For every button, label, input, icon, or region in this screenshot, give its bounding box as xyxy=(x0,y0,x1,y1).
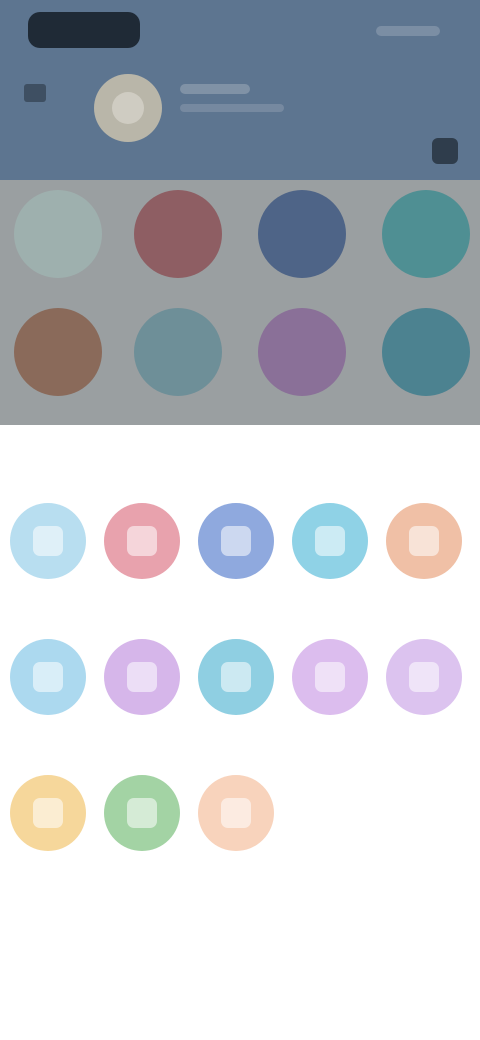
corner-icon xyxy=(432,138,458,164)
background-subtitle xyxy=(180,104,284,112)
background-circle xyxy=(258,308,346,396)
background-circle xyxy=(134,190,222,278)
action-glyph-icon xyxy=(221,662,251,692)
action-glyph-icon xyxy=(409,526,439,556)
background-circle xyxy=(382,190,470,278)
action-glyph-icon xyxy=(221,798,251,828)
share-action-icon xyxy=(292,639,368,715)
action-glyph-icon xyxy=(409,662,439,692)
share-action-icon xyxy=(198,639,274,715)
share-action-item[interactable] xyxy=(2,639,94,731)
status-bar-pill xyxy=(28,12,140,48)
share-action-item[interactable] xyxy=(190,775,282,867)
share-action-icon xyxy=(386,639,462,715)
action-glyph-icon xyxy=(127,662,157,692)
share-action-item[interactable] xyxy=(96,503,188,595)
back-icon xyxy=(24,84,46,102)
share-action-item[interactable] xyxy=(284,503,376,595)
action-glyph-icon xyxy=(315,662,345,692)
background-circle xyxy=(14,190,102,278)
share-action-item[interactable] xyxy=(96,639,188,731)
share-action-icon xyxy=(292,503,368,579)
action-glyph-icon xyxy=(33,798,63,828)
background-circle xyxy=(14,308,102,396)
share-action-icon xyxy=(198,503,274,579)
share-action-icon xyxy=(104,503,180,579)
share-action-icon xyxy=(198,775,274,851)
share-action-icon xyxy=(10,639,86,715)
background-circle xyxy=(258,190,346,278)
share-action-icon xyxy=(10,503,86,579)
avatar-face-icon xyxy=(112,92,144,124)
share-action-item[interactable] xyxy=(2,503,94,595)
share-action-item[interactable] xyxy=(378,503,470,595)
share-action-icon xyxy=(10,775,86,851)
status-bar-indicators xyxy=(376,26,440,36)
share-action-item[interactable] xyxy=(2,775,94,867)
action-glyph-icon xyxy=(33,662,63,692)
action-glyph-icon xyxy=(221,526,251,556)
background-title xyxy=(180,84,250,94)
bottom-sheet xyxy=(0,425,480,1040)
action-glyph-icon xyxy=(33,526,63,556)
action-glyph-icon xyxy=(127,798,157,828)
share-action-item[interactable] xyxy=(284,639,376,731)
share-action-item[interactable] xyxy=(96,775,188,867)
share-action-icon xyxy=(104,639,180,715)
action-glyph-icon xyxy=(127,526,157,556)
share-action-icon xyxy=(386,503,462,579)
background-circle xyxy=(382,308,470,396)
share-action-item[interactable] xyxy=(378,639,470,731)
action-glyph-icon xyxy=(315,526,345,556)
share-action-icon xyxy=(104,775,180,851)
share-action-item[interactable] xyxy=(190,639,282,731)
background-circle xyxy=(134,308,222,396)
share-action-item[interactable] xyxy=(190,503,282,595)
